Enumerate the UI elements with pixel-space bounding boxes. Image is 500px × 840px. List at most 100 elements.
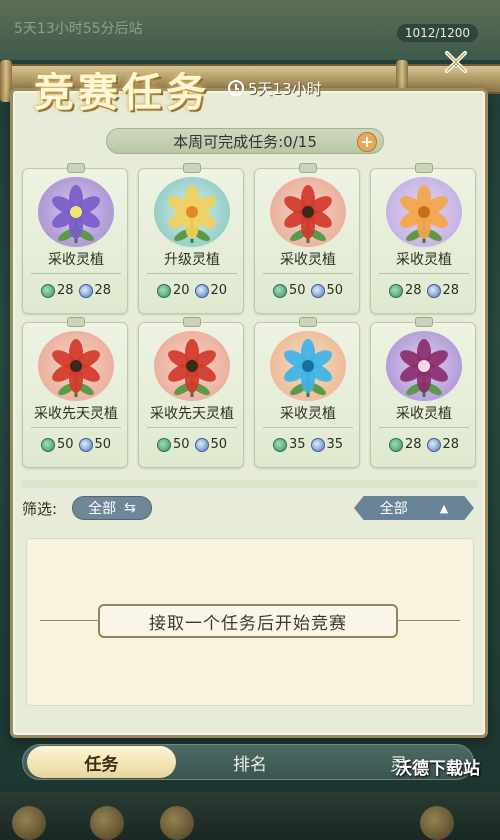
- divider-left: [40, 620, 100, 621]
- plant-art-icon: [38, 177, 114, 247]
- spirit-leaf-icon: [272, 437, 287, 452]
- task-rewards: 35 35: [255, 437, 361, 452]
- reward-orb-value: 35: [326, 437, 344, 452]
- plant-art-icon: [386, 331, 462, 401]
- task-rewards: 50 50: [255, 283, 361, 298]
- task-name: 采收先天灵植: [150, 406, 234, 422]
- filter-left-value: 全部: [88, 501, 117, 517]
- weekly-quota-bar: 本周可完成任务:0/15 +: [106, 128, 384, 154]
- watermark: 沃德下载站: [395, 759, 480, 779]
- spirit-orb-icon: [426, 437, 441, 452]
- card-divider: [263, 427, 353, 428]
- background-event-text: 5天13小时55分后站: [14, 21, 143, 37]
- task-rewards: 20 20: [139, 283, 245, 298]
- reward-leaf-value: 50: [56, 437, 74, 452]
- spirit-leaf-icon: [40, 437, 55, 452]
- card-pin: [415, 317, 433, 327]
- task-rewards: 28 28: [371, 283, 477, 298]
- task-card[interactable]: 采收先天灵植 50 50: [22, 317, 129, 468]
- task-card[interactable]: 采收灵植 28 28: [22, 163, 129, 314]
- card-divider: [379, 273, 469, 274]
- spirit-leaf-icon: [156, 437, 171, 452]
- task-card[interactable]: 采收灵植 35 35: [254, 317, 361, 468]
- reward-orb-value: 28: [442, 283, 460, 298]
- plant-art-icon: [154, 177, 230, 247]
- spirit-orb-icon: [310, 437, 325, 452]
- plant-art-icon: [154, 331, 230, 401]
- card-pin: [183, 163, 201, 173]
- card-pin: [299, 317, 317, 327]
- task-card[interactable]: 采收灵植 28 28: [370, 163, 477, 314]
- card-divider: [147, 273, 237, 274]
- spirit-leaf-icon: [156, 283, 171, 298]
- task-rewards: 50 50: [23, 437, 129, 452]
- reward-orb-value: 50: [326, 283, 344, 298]
- spirit-orb-icon: [78, 437, 93, 452]
- bottom-icon: [160, 806, 194, 840]
- weekly-quota-label: 本周可完成任务:0/15: [173, 132, 317, 151]
- filter-dropdown-left[interactable]: 全部 ⇆: [72, 496, 152, 520]
- reward-orb-value: 50: [210, 437, 228, 452]
- spirit-orb-icon: [194, 437, 209, 452]
- card-divider: [147, 427, 237, 428]
- spirit-leaf-icon: [388, 283, 403, 298]
- tab-tasks[interactable]: 任务: [27, 746, 176, 778]
- task-card[interactable]: 升级灵植 20 20: [138, 163, 245, 314]
- close-button[interactable]: [438, 44, 474, 80]
- reward-orb-value: 28: [442, 437, 460, 452]
- divider-right: [396, 620, 460, 621]
- task-name: 采收灵植: [48, 252, 104, 268]
- caret-up-icon: ▲: [439, 501, 449, 515]
- reward-leaf-value: 50: [172, 437, 190, 452]
- card-pin: [415, 163, 433, 173]
- plant-art-icon: [270, 331, 346, 401]
- card-divider: [379, 427, 469, 428]
- reward-orb-value: 50: [94, 437, 112, 452]
- reward-orb-value: 28: [94, 283, 112, 298]
- plant-art-icon: [38, 331, 114, 401]
- task-grid: 采收灵植 28 28 升级灵植 20 20 采收灵植 50 50 采收灵植 28…: [22, 163, 480, 488]
- tab-ranking[interactable]: 排名: [176, 746, 325, 778]
- plant-art-icon: [386, 177, 462, 247]
- bottom-icon: [90, 806, 124, 840]
- reward-leaf-value: 28: [56, 283, 74, 298]
- page-title: 竞赛任务: [34, 69, 210, 116]
- card-divider: [31, 427, 121, 428]
- next-row-peek: [22, 480, 478, 488]
- reward-leaf-value: 50: [288, 283, 306, 298]
- filter-right-value: 全部: [379, 501, 408, 517]
- card-divider: [263, 273, 353, 274]
- task-name: 采收灵植: [280, 252, 336, 268]
- task-rewards: 50 50: [139, 437, 245, 452]
- filter-dropdown-right[interactable]: 全部 ▲: [354, 496, 474, 520]
- bottom-icon: [420, 806, 454, 840]
- reward-leaf-value: 28: [404, 283, 422, 298]
- countdown-timer: 5天13小时: [228, 77, 322, 99]
- task-rewards: 28 28: [23, 283, 129, 298]
- bottom-icon: [12, 806, 46, 840]
- task-name: 采收灵植: [396, 406, 452, 422]
- swap-icon: ⇆: [124, 500, 136, 516]
- task-card[interactable]: 采收先天灵植 50 50: [138, 317, 245, 468]
- background-counter: 1012/1200: [396, 24, 478, 42]
- spirit-orb-icon: [194, 283, 209, 298]
- task-name: 采收灵植: [280, 406, 336, 422]
- filter-label: 筛选:: [22, 500, 58, 518]
- empty-state-message: 接取一个任务后开始竞赛: [98, 604, 398, 638]
- spirit-leaf-icon: [40, 283, 55, 298]
- reward-leaf-value: 28: [404, 437, 422, 452]
- reward-leaf-value: 35: [288, 437, 306, 452]
- clock-icon: [228, 80, 244, 96]
- card-pin: [183, 317, 201, 327]
- task-rewards: 28 28: [371, 437, 477, 452]
- card-pin: [67, 163, 85, 173]
- spirit-orb-icon: [310, 283, 325, 298]
- plant-art-icon: [270, 177, 346, 247]
- task-card[interactable]: 采收灵植 28 28: [370, 317, 477, 468]
- add-quota-button[interactable]: +: [357, 132, 377, 152]
- card-pin: [67, 317, 85, 327]
- task-card[interactable]: 采收灵植 50 50: [254, 163, 361, 314]
- spirit-leaf-icon: [388, 437, 403, 452]
- reward-orb-value: 20: [210, 283, 228, 298]
- card-pin: [299, 163, 317, 173]
